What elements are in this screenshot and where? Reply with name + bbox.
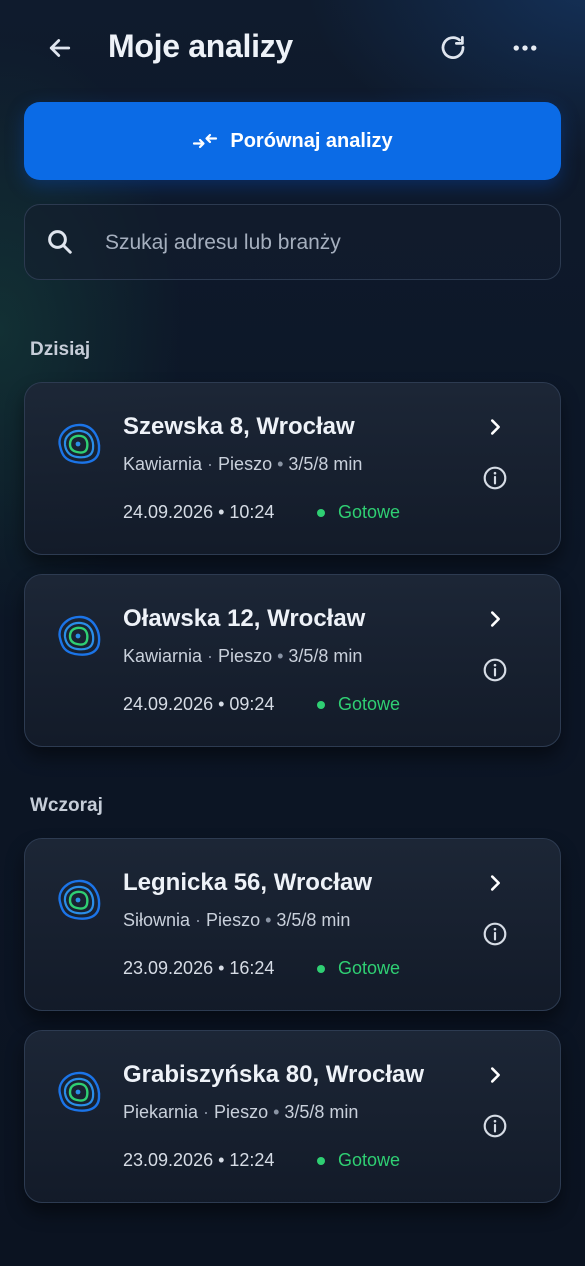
isochrone-map-icon bbox=[58, 879, 101, 920]
info-button[interactable] bbox=[481, 656, 509, 684]
analysis-times: 3/5/8 min bbox=[288, 646, 363, 666]
analysis-meta: Kawiarnia · Pieszo • 3/5/8 min bbox=[123, 646, 363, 666]
open-analysis-button[interactable] bbox=[483, 415, 507, 439]
isochrone-map-icon bbox=[58, 1071, 101, 1112]
analysis-card[interactable]: Grabiszyńska 80, Wrocław Piekarnia · Piesz… bbox=[24, 1030, 561, 1203]
analysis-title: Oławska 12, Wrocław bbox=[123, 605, 366, 632]
page-title: Moje analizy bbox=[108, 28, 293, 64]
section-label-yesterday: Wczoraj bbox=[30, 795, 103, 816]
analysis-datetime: 23.09.2026 • 16:24 bbox=[123, 958, 275, 978]
analysis-mode: Pieszo bbox=[218, 454, 273, 474]
status-badge: Gotowe bbox=[317, 958, 400, 979]
refresh-icon bbox=[441, 36, 465, 59]
analysis-category: Siłownia bbox=[123, 910, 191, 930]
status-badge: Gotowe bbox=[317, 502, 400, 523]
analysis-title: Legnicka 56, Wrocław bbox=[123, 869, 372, 896]
analysis-meta: Piekarnia · Pieszo • 3/5/8 min bbox=[123, 1102, 359, 1122]
analysis-times: 3/5/8 min bbox=[276, 910, 351, 930]
info-button[interactable] bbox=[481, 1112, 509, 1140]
chevron-right-icon bbox=[490, 419, 500, 435]
status-label: Gotowe bbox=[338, 694, 401, 714]
compare-analyses-button[interactable]: Porównaj analizy bbox=[24, 102, 561, 180]
more-horizontal-icon bbox=[513, 45, 537, 51]
open-analysis-button[interactable] bbox=[483, 871, 507, 895]
status-badge: Gotowe bbox=[317, 694, 400, 715]
analysis-times: 3/5/8 min bbox=[288, 454, 363, 474]
isochrone-map-icon bbox=[58, 423, 101, 464]
info-icon bbox=[483, 466, 507, 490]
analysis-times: 3/5/8 min bbox=[284, 1102, 359, 1122]
analysis-card[interactable]: Oławska 12, Wrocław Kawiarnia · Pieszo • 3/5… bbox=[24, 574, 561, 747]
analysis-card[interactable]: Szewska 8, Wrocław Kawiarnia · Pieszo • 3/5/… bbox=[24, 382, 561, 555]
analysis-mode: Pieszo bbox=[214, 1102, 269, 1122]
open-analysis-button[interactable] bbox=[483, 1063, 507, 1087]
open-analysis-button[interactable] bbox=[483, 607, 507, 631]
analysis-category: Piekarnia bbox=[123, 1102, 199, 1122]
search-bar bbox=[24, 204, 561, 280]
status-dot-icon bbox=[317, 700, 325, 709]
info-icon bbox=[483, 658, 507, 682]
back-button[interactable] bbox=[40, 28, 80, 68]
compare-analyses-label: Porównaj analizy bbox=[230, 129, 393, 152]
chevron-right-icon bbox=[490, 611, 500, 627]
analysis-datetime: 23.09.2026 • 12:24 bbox=[123, 1150, 275, 1170]
chevron-right-icon bbox=[490, 1067, 500, 1083]
status-dot-icon bbox=[317, 508, 325, 517]
refresh-button[interactable] bbox=[433, 28, 473, 68]
analysis-category: Kawiarnia bbox=[123, 454, 203, 474]
compare-arrows-icon bbox=[193, 133, 218, 149]
analysis-mode: Pieszo bbox=[218, 646, 273, 666]
section-label-today: Dzisiaj bbox=[30, 339, 91, 360]
isochrone-map-icon bbox=[58, 615, 101, 656]
search-input[interactable] bbox=[103, 205, 537, 280]
more-options-button[interactable] bbox=[505, 28, 545, 68]
analysis-category: Kawiarnia bbox=[123, 646, 203, 666]
info-button[interactable] bbox=[481, 920, 509, 948]
analysis-meta: Siłownia · Pieszo • 3/5/8 min bbox=[123, 910, 351, 930]
analysis-title: Szewska 8, Wrocław bbox=[123, 413, 355, 440]
search-icon bbox=[48, 230, 72, 254]
analysis-datetime: 24.09.2026 • 09:24 bbox=[123, 694, 275, 714]
analysis-title: Grabiszyńska 80, Wrocław bbox=[123, 1061, 425, 1088]
status-dot-icon bbox=[317, 1156, 325, 1165]
info-icon bbox=[483, 1114, 507, 1138]
analysis-datetime: 24.09.2026 • 10:24 bbox=[123, 502, 275, 522]
info-icon bbox=[483, 922, 507, 946]
app-header: Moje analizy bbox=[0, 0, 585, 96]
status-label: Gotowe bbox=[338, 502, 401, 522]
status-dot-icon bbox=[317, 964, 325, 973]
status-label: Gotowe bbox=[338, 958, 401, 978]
chevron-right-icon bbox=[490, 875, 500, 891]
info-button[interactable] bbox=[481, 464, 509, 492]
status-badge: Gotowe bbox=[317, 1150, 400, 1171]
arrow-left-icon bbox=[49, 39, 71, 57]
analysis-mode: Pieszo bbox=[206, 910, 261, 930]
analysis-meta: Kawiarnia · Pieszo • 3/5/8 min bbox=[123, 454, 363, 474]
status-label: Gotowe bbox=[338, 1150, 401, 1170]
analysis-card[interactable]: Legnicka 56, Wrocław Siłownia · Pieszo • 3/5… bbox=[24, 838, 561, 1011]
